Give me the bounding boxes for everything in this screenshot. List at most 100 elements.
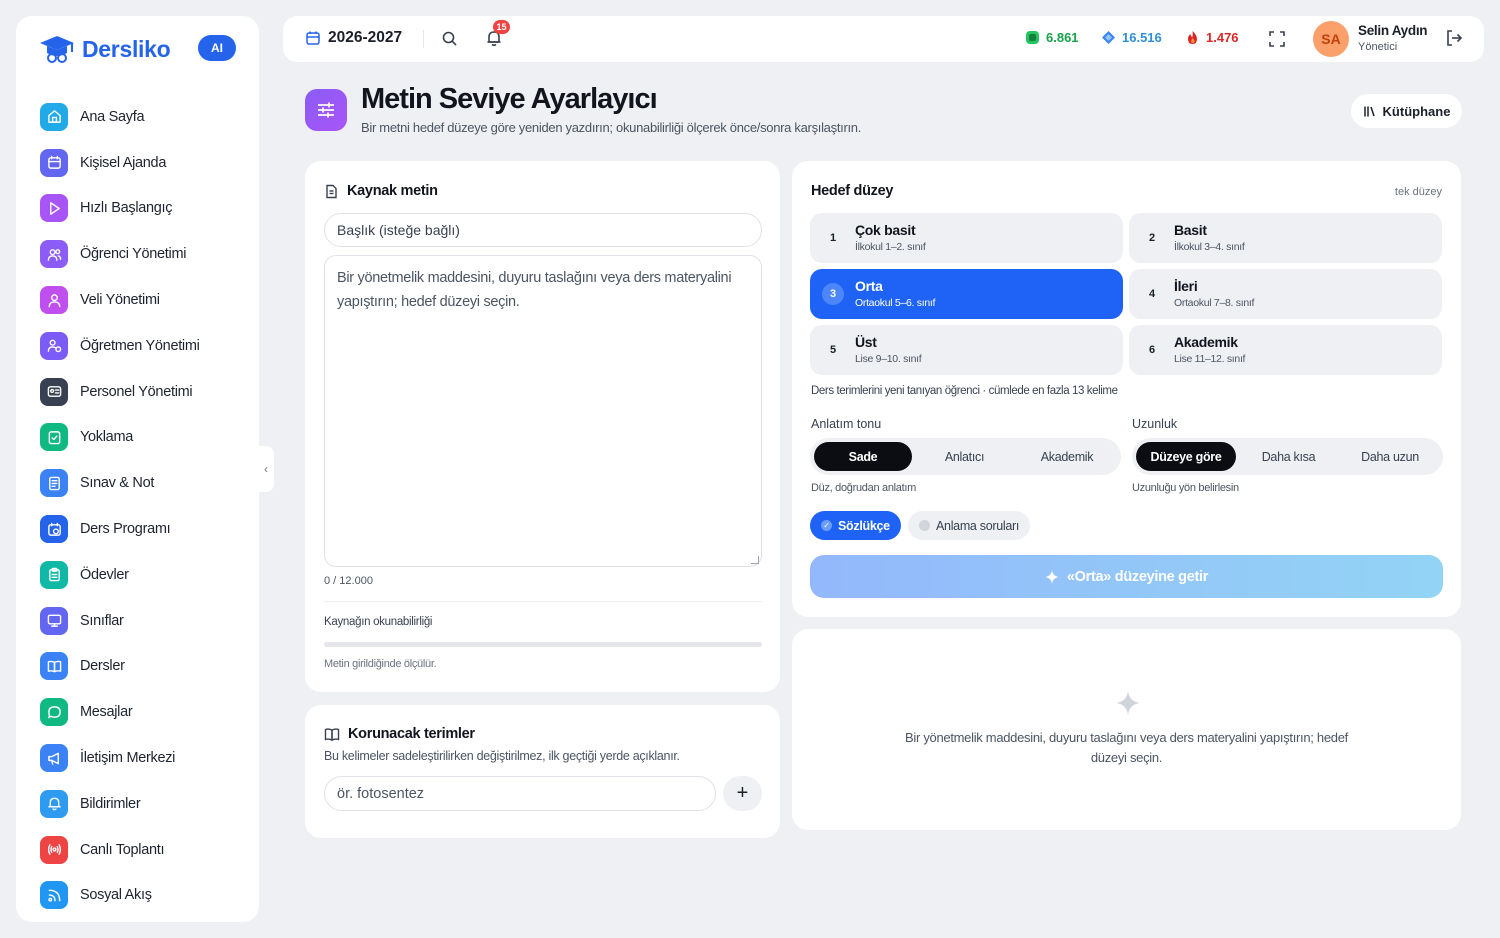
user-icon [40, 286, 68, 315]
level-option-2[interactable]: 2 Basit İlkokul 3–4. sınıf [1129, 213, 1442, 263]
teacher-icon [40, 331, 68, 360]
topbar-divider [423, 30, 424, 48]
book-icon [40, 652, 68, 681]
schedule-icon [40, 515, 68, 544]
stat-fire-value: 1.476 [1206, 30, 1239, 45]
convert-button-label: «Orta» düzeyine getir [1066, 568, 1209, 585]
logo[interactable]: Dersliko [38, 34, 171, 64]
checklist-icon [40, 423, 68, 452]
level-option-3[interactable]: 3 Orta Ortaokul 5–6. sınıf [810, 269, 1123, 319]
sidebar-item-label: Bildirimler [80, 795, 141, 812]
academic-year-selector[interactable]: 2026-2027 [305, 29, 402, 47]
sidebar-item-i-leti-im-merkezi[interactable]: İletişim Merkezi [40, 735, 240, 781]
broadcast-icon [40, 835, 68, 864]
sidebar-item-mesajlar[interactable]: Mesajlar [40, 689, 240, 735]
sidebar-item-veli-y-netimi[interactable]: Veli Yönetimi [40, 277, 240, 323]
users-icon [40, 240, 68, 269]
stat-green[interactable]: 6.861 [1025, 30, 1079, 45]
logo-text: Dersliko [82, 35, 171, 62]
sidebar-item-yoklama[interactable]: Yoklama [40, 415, 240, 461]
sidebar-item-s-nav-not[interactable]: Sınav & Not [40, 460, 240, 506]
convert-button[interactable]: «Orta» düzeyine getir [810, 555, 1443, 598]
sidebar-item-renci-y-netimi[interactable]: Öğrenci Yönetimi [40, 231, 240, 277]
ai-badge[interactable]: AI [198, 35, 236, 61]
level-grade: Lise 9–10. sınıf [855, 353, 922, 365]
check-icon: ✓ [821, 520, 832, 531]
sparkle-icon [1044, 569, 1059, 584]
sidebar-item-dersler[interactable]: Dersler [40, 644, 240, 690]
length-option-1[interactable]: Düzeye göre [1136, 442, 1236, 471]
source-textarea-placeholder: Bir yönetmelik maddesini, duyuru taslağı… [337, 270, 732, 310]
source-card-header: Kaynak metin [324, 183, 438, 199]
single-level-label: tek düzey [1394, 186, 1442, 198]
tone-option-3[interactable]: Akademik [1017, 442, 1117, 471]
length-option-3[interactable]: Daha uzun [1341, 442, 1439, 471]
calendar-icon [306, 31, 320, 45]
level-number: 6 [1148, 344, 1156, 356]
sidebar-item-bildirimler[interactable]: Bildirimler [40, 781, 240, 827]
level-option-6[interactable]: 6 Akademik Lise 11–12. sınıf [1129, 325, 1442, 375]
sidebar-item-ders-program[interactable]: Ders Programı [40, 506, 240, 552]
search-button[interactable] [441, 30, 458, 52]
glossary-toggle[interactable]: ✓ Sözlükçe [810, 511, 901, 540]
source-card-title: Kaynak metin [347, 183, 438, 199]
target-level-card: Hedef düzey tek düzey 1 Çok basit İlkokul … [792, 161, 1461, 617]
avatar[interactable]: SA [1313, 21, 1349, 57]
sidebar-item-ana-sayfa[interactable]: Ana Sayfa [40, 94, 240, 140]
sidebar-item-retmen-y-netimi[interactable]: Öğretmen Yönetimi [40, 323, 240, 369]
sidebar-item-h-zl-ba-lang[interactable]: Hızlı Başlangıç [40, 186, 240, 232]
comprehension-questions-toggle[interactable]: Anlama soruları [908, 511, 1031, 540]
sidebar-item-label: Kişisel Ajanda [80, 154, 167, 171]
library-button[interactable]: Kütüphane [1351, 94, 1462, 128]
sidebar-item-label: Veli Yönetimi [80, 292, 160, 309]
stat-fire[interactable]: 1.476 [1185, 30, 1239, 45]
tone-option-2[interactable]: Anlatıcı [912, 442, 1017, 471]
title-input[interactable]: Başlık (isteğe bağlı) [324, 213, 762, 247]
fullscreen-button[interactable] [1268, 30, 1286, 53]
graduation-cap-icon [40, 36, 74, 63]
gem-green-icon [1026, 31, 1039, 44]
sidebar-item-canl-toplant[interactable]: Canlı Toplantı [40, 827, 240, 873]
sidebar-nav: Ana Sayfa Kişisel Ajanda Hızlı Başlangıç Öğ… [40, 94, 240, 918]
sidebar-collapse-button[interactable]: ‹ [258, 446, 274, 492]
level-number: 1 [829, 232, 837, 244]
sidebar-item-ki-isel-ajanda[interactable]: Kişisel Ajanda [40, 140, 240, 186]
add-term-button[interactable]: + [723, 776, 762, 811]
term-input[interactable]: ör. fotosentez [324, 776, 716, 811]
stat-blue[interactable]: 16.516 [1101, 30, 1162, 45]
length-label: Uzunluk [1132, 417, 1178, 431]
source-textarea[interactable]: Bir yönetmelik maddesini, duyuru taslağı… [324, 255, 762, 567]
length-selector: Düzeye göre Daha kısa Daha uzun [1132, 438, 1443, 475]
level-option-5[interactable]: 5 Üst Lise 9–10. sınıf [810, 325, 1123, 375]
sidebar-item-devler[interactable]: Ödevler [40, 552, 240, 598]
sidebar-item-personel-y-netimi[interactable]: Personel Yönetimi [40, 369, 240, 415]
clipboard-icon [40, 560, 68, 589]
radio-off-icon [919, 520, 930, 531]
play-icon [40, 194, 68, 223]
sparkle-icon [1116, 691, 1140, 722]
notification-count-badge: 15 [493, 20, 510, 34]
resize-handle[interactable] [751, 556, 759, 564]
page-subtitle: Bir metni hedef düzeye göre yeniden yazd… [361, 120, 862, 135]
sidebar-item-sosyal-ak[interactable]: Sosyal Akış [40, 873, 240, 919]
sidebar-item-label: Öğretmen Yönetimi [80, 337, 200, 354]
level-grade: İlkokul 3–4. sınıf [1174, 241, 1245, 253]
sidebar-item-label: Sınav & Not [80, 475, 155, 492]
message-icon [40, 698, 68, 727]
sidebar-item-s-n-flar[interactable]: Sınıflar [40, 598, 240, 644]
document-icon [326, 184, 337, 198]
length-option-2[interactable]: Daha kısa [1236, 442, 1341, 471]
level-grid: 1 Çok basit İlkokul 1–2. sınıf 2 Basit İlkoku… [810, 213, 1443, 375]
logout-button[interactable] [1445, 29, 1463, 52]
level-name: Orta [855, 278, 883, 294]
level-name: Akademik [1174, 334, 1238, 350]
level-grade: Ortaokul 7–8. sınıf [1174, 297, 1255, 309]
topbar: 2026-2027 15 6.861 16.516 1.476 SA Selin… [283, 16, 1484, 62]
user-name: Selin Aydın [1358, 23, 1428, 38]
stat-green-value: 6.861 [1046, 30, 1079, 45]
level-option-1[interactable]: 1 Çok basit İlkokul 1–2. sınıf [810, 213, 1123, 263]
sidebar-item-label: Hızlı Başlangıç [80, 200, 173, 217]
level-option-4[interactable]: 4 İleri Ortaokul 7–8. sınıf [1129, 269, 1442, 319]
tone-option-1[interactable]: Sade [814, 442, 912, 471]
sidebar-item-label: Canlı Toplantı [80, 841, 165, 858]
